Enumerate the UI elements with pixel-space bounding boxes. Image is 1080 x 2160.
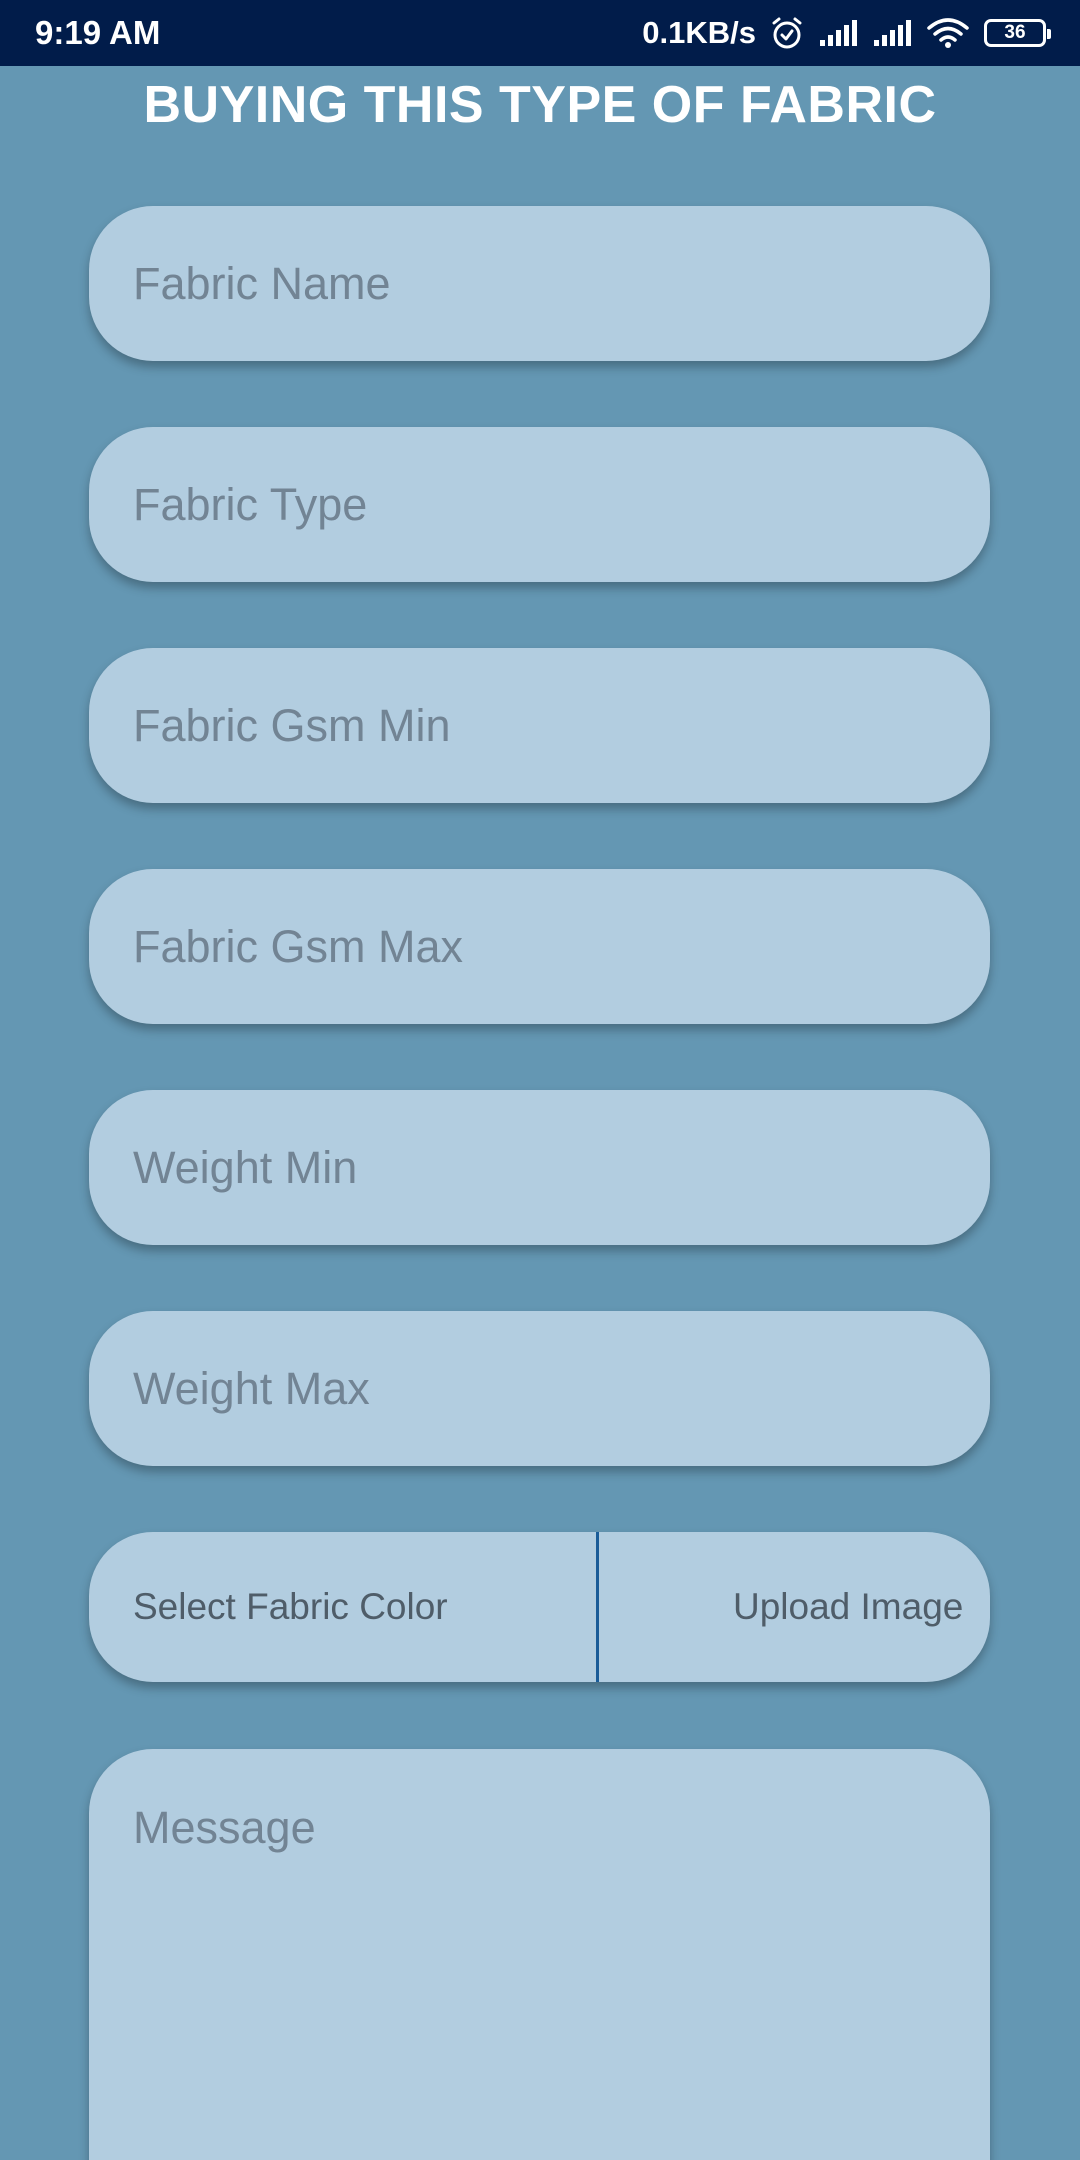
- fabric-gsm-min-placeholder: Fabric Gsm Min: [133, 699, 451, 751]
- fabric-type-placeholder: Fabric Type: [133, 478, 368, 530]
- fabric-name-placeholder: Fabric Name: [133, 257, 391, 309]
- weight-min-field[interactable]: Weight Min: [89, 1090, 990, 1245]
- fabric-type-field[interactable]: Fabric Type: [89, 427, 990, 582]
- page-title: BUYING THIS TYPE OF FABRIC: [143, 76, 937, 134]
- upload-image-button[interactable]: Upload Image: [599, 1532, 990, 1682]
- fabric-gsm-min-field[interactable]: Fabric Gsm Min: [89, 648, 990, 803]
- battery-icon: 36: [984, 19, 1051, 47]
- fabric-gsm-max-placeholder: Fabric Gsm Max: [133, 920, 464, 972]
- message-placeholder: Message: [133, 1802, 316, 1853]
- select-fabric-color-label: Select Fabric Color: [133, 1586, 448, 1627]
- signal-icon: [818, 18, 858, 48]
- status-icons: 0.1KB/s 36: [642, 12, 1051, 54]
- network-speed: 0.1KB/s: [642, 15, 756, 50]
- fabric-gsm-max-field[interactable]: Fabric Gsm Max: [89, 869, 990, 1024]
- battery-level: 36: [1004, 22, 1026, 43]
- alarm-icon: [770, 16, 804, 50]
- fabric-name-field[interactable]: Fabric Name: [89, 206, 990, 361]
- weight-max-placeholder: Weight Max: [133, 1362, 370, 1414]
- select-fabric-color-button[interactable]: Select Fabric Color: [89, 1532, 596, 1682]
- status-time: 9:19 AM: [35, 14, 161, 51]
- signal-icon: [872, 18, 912, 48]
- weight-min-placeholder: Weight Min: [133, 1141, 358, 1193]
- color-image-row: Select Fabric Color Upload Image: [89, 1532, 990, 1682]
- status-bar: 9:19 AM 0.1KB/s 36: [0, 0, 1080, 66]
- upload-image-label: Upload Image: [733, 1586, 964, 1627]
- wifi-icon: [926, 16, 970, 50]
- message-field[interactable]: Message: [89, 1749, 990, 2160]
- weight-max-field[interactable]: Weight Max: [89, 1311, 990, 1466]
